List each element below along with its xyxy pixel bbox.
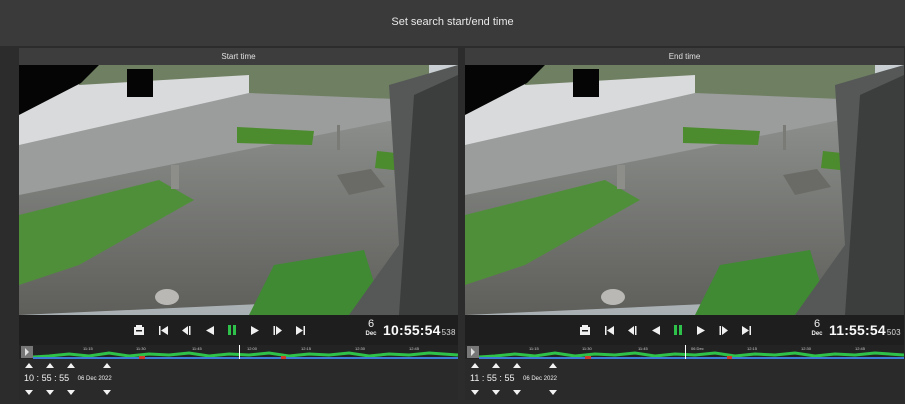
clock-ms: 538 bbox=[441, 328, 456, 337]
date-down-arrow-icon[interactable] bbox=[549, 390, 557, 395]
hour-up-arrow-icon[interactable] bbox=[471, 363, 479, 368]
second-up-arrow-icon[interactable] bbox=[67, 363, 75, 368]
minute-value[interactable]: 55 bbox=[42, 373, 52, 383]
dialog-header: Set search start/end time bbox=[0, 0, 905, 46]
hour-down-arrow-icon[interactable] bbox=[471, 390, 479, 395]
step-back-icon[interactable] bbox=[179, 322, 193, 338]
time-spinner: 11 : 55 : 55 06 Dec 2022 bbox=[465, 361, 904, 400]
clock-ms: 503 bbox=[886, 328, 901, 337]
timeline-tick: 12:00 bbox=[247, 346, 258, 351]
date-value[interactable]: 06 Dec 2022 bbox=[78, 376, 112, 382]
current-date: 6 Dec bbox=[362, 318, 380, 338]
play-reverse-icon[interactable] bbox=[203, 322, 217, 338]
current-time: 11:55:54503 bbox=[829, 322, 901, 338]
panel-title: Start time bbox=[19, 48, 458, 65]
end-time-panel: End time 6 Dec 11:55:54503 11:15 11:30 1… bbox=[465, 48, 904, 400]
date-day: 6 bbox=[367, 318, 375, 330]
second-up-arrow-icon[interactable] bbox=[513, 363, 521, 368]
playback-controls: 6 Dec 11:55:54503 bbox=[465, 315, 904, 345]
play-icon[interactable] bbox=[248, 322, 262, 338]
minute-down-arrow-icon[interactable] bbox=[46, 390, 54, 395]
date-month: Dec bbox=[365, 331, 377, 337]
timeline-tick: 12:15 bbox=[747, 346, 758, 351]
video-frame[interactable] bbox=[19, 65, 458, 315]
camera-image bbox=[465, 65, 904, 315]
skip-end-icon[interactable] bbox=[293, 322, 307, 338]
timeline-tick: 11:15 bbox=[529, 346, 539, 351]
timeline-tick: 06 Dec bbox=[691, 346, 704, 351]
minute-up-arrow-icon[interactable] bbox=[492, 363, 500, 368]
hour-value[interactable]: 11 bbox=[470, 373, 479, 383]
timeline-tick: 12:30 bbox=[801, 346, 812, 351]
playback-controls: 6 Dec 10:55:54538 bbox=[19, 315, 458, 345]
separator: : bbox=[54, 373, 57, 383]
pause-icon[interactable] bbox=[225, 322, 239, 338]
second-value[interactable]: 55 bbox=[504, 373, 514, 383]
step-forward-icon[interactable] bbox=[717, 322, 731, 338]
minute-down-arrow-icon[interactable] bbox=[492, 390, 500, 395]
timeline-tick: 11:45 bbox=[638, 346, 648, 351]
date-value[interactable]: 06 Dec 2022 bbox=[523, 376, 557, 382]
current-time: 10:55:54538 bbox=[383, 322, 456, 338]
second-down-arrow-icon[interactable] bbox=[513, 390, 521, 395]
spinner-values: 10 : 55 : 55 06 Dec 2022 bbox=[24, 373, 112, 383]
step-forward-icon[interactable] bbox=[271, 322, 285, 338]
second-down-arrow-icon[interactable] bbox=[67, 390, 75, 395]
separator: : bbox=[481, 373, 485, 383]
spinner-values: 11 : 55 : 55 06 Dec 2022 bbox=[470, 373, 557, 383]
date-day: 6 bbox=[813, 318, 821, 330]
clock-time: 11:55:54 bbox=[829, 322, 886, 338]
pause-icon[interactable] bbox=[671, 322, 685, 338]
separator: : bbox=[499, 373, 502, 383]
date-month: Dec bbox=[811, 331, 823, 337]
play-icon[interactable] bbox=[694, 322, 708, 338]
timeline-tick: 12:15 bbox=[301, 346, 312, 351]
timeline[interactable]: 11:15 11:30 11:45 12:00 12:15 12:30 12:4… bbox=[19, 345, 458, 359]
camera-image bbox=[19, 65, 458, 315]
snapshot-icon[interactable] bbox=[132, 322, 146, 338]
timeline[interactable]: 11:15 11:30 11:45 06 Dec 12:15 12:30 12:… bbox=[465, 345, 904, 359]
timeline-tick: 12:30 bbox=[355, 346, 366, 351]
minute-value[interactable]: 55 bbox=[487, 373, 497, 383]
hour-up-arrow-icon[interactable] bbox=[25, 363, 33, 368]
timeline-tick: 11:15 bbox=[83, 346, 93, 351]
timeline-tick: 11:45 bbox=[192, 346, 202, 351]
skip-end-icon[interactable] bbox=[739, 322, 753, 338]
skip-start-icon[interactable] bbox=[156, 322, 170, 338]
timeline-cursor bbox=[239, 345, 240, 359]
date-up-arrow-icon[interactable] bbox=[103, 363, 111, 368]
hour-down-arrow-icon[interactable] bbox=[25, 390, 33, 395]
second-value[interactable]: 55 bbox=[59, 373, 69, 383]
timeline-tick: 12:45 bbox=[855, 346, 866, 351]
time-spinner: 10 : 55 : 55 06 Dec 2022 bbox=[19, 361, 458, 400]
minute-up-arrow-icon[interactable] bbox=[46, 363, 54, 368]
timeline-cursor bbox=[685, 345, 686, 359]
video-frame[interactable] bbox=[465, 65, 904, 315]
timeline-tick: 11:30 bbox=[582, 346, 592, 351]
skip-start-icon[interactable] bbox=[602, 322, 616, 338]
start-time-panel: Start time 6 Dec 10:55:54538 11:15 11:30… bbox=[19, 48, 458, 400]
timeline-tick: 12:45 bbox=[409, 346, 420, 351]
step-back-icon[interactable] bbox=[625, 322, 639, 338]
date-up-arrow-icon[interactable] bbox=[549, 363, 557, 368]
dialog-title: Set search start/end time bbox=[391, 16, 514, 28]
hour-value[interactable]: 10 bbox=[24, 373, 34, 383]
date-down-arrow-icon[interactable] bbox=[103, 390, 111, 395]
separator: : bbox=[36, 373, 40, 383]
snapshot-icon[interactable] bbox=[578, 322, 592, 338]
timeline-tick: 11:30 bbox=[136, 346, 146, 351]
play-reverse-icon[interactable] bbox=[649, 322, 663, 338]
current-date: 6 Dec bbox=[808, 318, 826, 338]
clock-time: 10:55:54 bbox=[383, 322, 441, 338]
panel-title: End time bbox=[465, 48, 904, 65]
